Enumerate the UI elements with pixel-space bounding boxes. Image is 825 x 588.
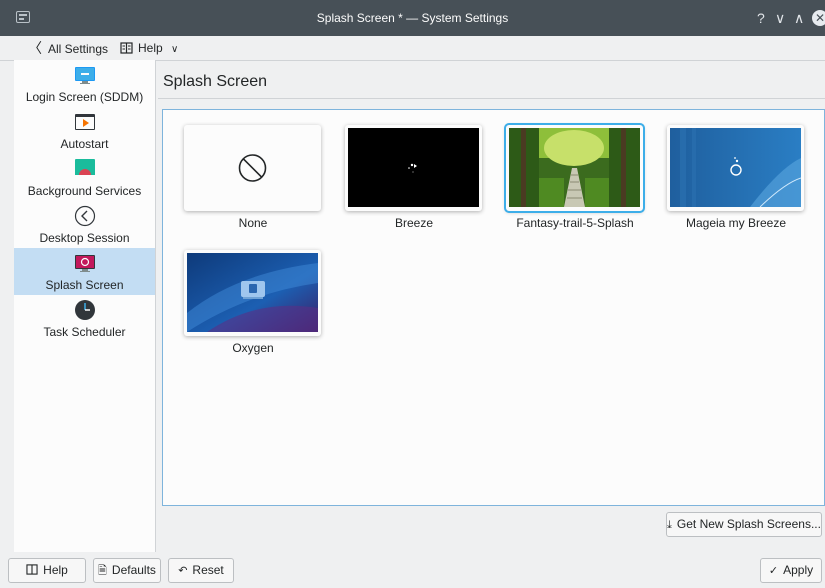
theme-fantasy-trail[interactable] xyxy=(504,123,645,213)
help-book-icon xyxy=(26,564,38,575)
sidebar-item-label: Autostart xyxy=(60,137,109,151)
autostart-icon xyxy=(75,114,95,130)
window-title: Splash Screen * — System Settings xyxy=(316,11,509,25)
get-new-label: Get New Splash Screens... xyxy=(676,517,821,531)
breeze-preview xyxy=(348,128,479,207)
defaults-button[interactable]: 🗎 Defaults xyxy=(93,558,161,583)
chevron-down-icon: ∨ xyxy=(171,44,179,55)
reset-button[interactable]: ↶ Reset xyxy=(168,558,234,583)
theme-grid: None Breeze Fantasy-trail-5-Splash Magei… xyxy=(162,109,825,506)
none-icon xyxy=(187,128,318,207)
sidebar-item-task-scheduler[interactable]: Task Scheduler xyxy=(14,295,155,342)
divider xyxy=(158,98,825,99)
sidebar-item-desktop-session[interactable]: Desktop Session xyxy=(14,201,155,248)
theme-label: Fantasy-trail-5-Splash xyxy=(516,216,634,230)
theme-label: None xyxy=(238,216,268,230)
theme-breeze[interactable] xyxy=(345,125,482,211)
sidebar-item-autostart[interactable]: Autostart xyxy=(14,107,155,154)
clock-icon xyxy=(75,300,95,320)
theme-label: Mageia my Breeze xyxy=(685,216,787,230)
splash-screen-icon xyxy=(75,255,95,272)
apply-button-label: Apply xyxy=(783,563,814,577)
theme-mageia[interactable] xyxy=(667,125,804,211)
forest-preview xyxy=(509,128,640,207)
checkmark-icon: ✓ xyxy=(768,565,779,577)
apply-button[interactable]: ✓ Apply xyxy=(760,558,822,583)
sidebar-item-label: Splash Screen xyxy=(45,278,124,292)
get-new-splash-screens-button[interactable]: ⤓ Get New Splash Screens... xyxy=(666,512,822,537)
help-menu-button[interactable]: Help ∨ xyxy=(120,39,178,57)
reset-button-label: Reset xyxy=(192,563,224,577)
sidebar-item-login-screen[interactable]: Login Screen (SDDM) xyxy=(14,60,155,107)
theme-label: Breeze xyxy=(394,216,434,230)
defaults-button-label: Defaults xyxy=(111,563,156,577)
undo-icon: ↶ xyxy=(178,565,188,577)
sidebar-item-label: Login Screen (SDDM) xyxy=(25,90,144,104)
background-services-icon xyxy=(75,159,95,179)
theme-label: Oxygen xyxy=(232,341,274,355)
maximize-button[interactable]: ∧ xyxy=(794,8,804,28)
download-icon: ⤓ xyxy=(667,519,672,531)
mageia-preview xyxy=(670,128,801,207)
toolbar: 〈 All Settings Help ∨ xyxy=(0,36,825,61)
help-menu-label: Help xyxy=(138,41,163,55)
chevron-left-icon: 〈 xyxy=(28,40,42,56)
page-title: Splash Screen xyxy=(163,73,268,90)
sidebar-item-label: Background Services xyxy=(27,184,142,198)
sidebar-item-label: Task Scheduler xyxy=(43,325,126,339)
desktop-session-icon xyxy=(74,205,96,227)
help-book-icon xyxy=(120,42,133,54)
close-button[interactable]: ✕ xyxy=(812,10,825,26)
all-settings-label: All Settings xyxy=(48,42,109,56)
minimize-button[interactable]: ∨ xyxy=(775,8,785,28)
oxygen-preview xyxy=(187,253,318,332)
help-window-button[interactable]: ? xyxy=(757,8,765,28)
title-bar: Splash Screen * — System Settings ? ∨ ∧ … xyxy=(0,0,825,36)
sidebar-item-background-services[interactable]: Background Services xyxy=(14,154,155,201)
monitor-login-icon xyxy=(75,67,95,84)
sidebar-item-label: Desktop Session xyxy=(39,231,130,245)
help-button[interactable]: Help xyxy=(8,558,86,583)
help-button-label: Help xyxy=(43,563,68,577)
theme-oxygen[interactable] xyxy=(184,250,321,336)
document-icon: 🗎 xyxy=(98,565,107,577)
sidebar: Login Screen (SDDM) Autostart Background… xyxy=(14,60,156,552)
theme-none[interactable] xyxy=(184,125,321,211)
sidebar-item-splash-screen[interactable]: Splash Screen xyxy=(14,248,155,295)
all-settings-button[interactable]: 〈 All Settings xyxy=(28,39,108,57)
